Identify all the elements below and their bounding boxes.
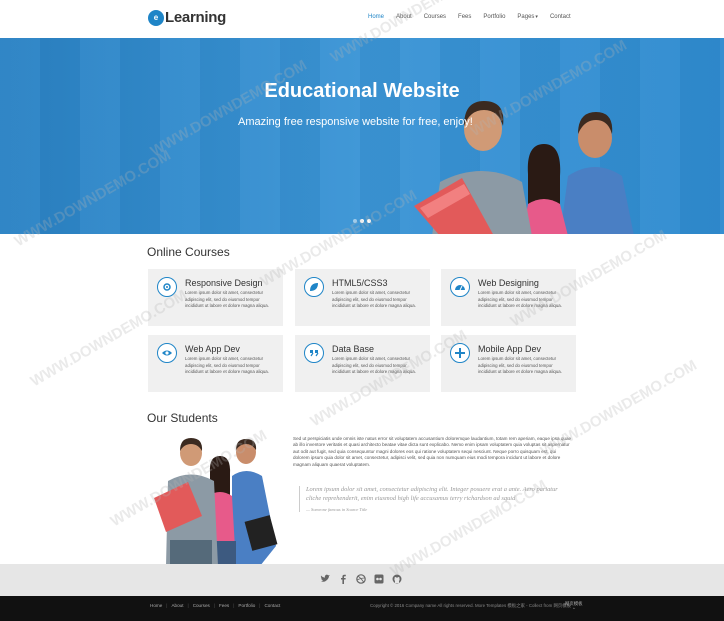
dashboard-icon <box>450 277 470 297</box>
testimonial-quote: Lorem ipsum dolor sit amet, consectetur … <box>299 486 574 513</box>
nav-about[interactable]: About <box>396 14 412 20</box>
dribbble-icon[interactable] <box>356 574 366 584</box>
nav-contact[interactable]: Contact <box>550 14 571 20</box>
footer-link-portfolio[interactable]: Portfolio <box>238 603 255 608</box>
course-card[interactable]: Responsive Design Lorem ipsum dolor sit … <box>148 269 283 326</box>
course-description: Lorem ipsum dolor sit amet, consectetur … <box>478 290 562 308</box>
course-card[interactable]: Web Designing Lorem ipsum dolor sit amet… <box>441 269 576 326</box>
gears-icon <box>157 277 177 297</box>
hero-subtitle: Amazing free responsive website for free… <box>238 116 473 128</box>
main-nav: Home About Courses Fees Portfolio Pages▾… <box>368 14 571 20</box>
plus-icon <box>450 343 470 363</box>
site-footer: Home | About | Courses | Fees | Portfolio | C… <box>0 596 724 621</box>
slider-dots <box>353 219 371 223</box>
twitter-icon[interactable] <box>320 574 330 584</box>
course-description: Lorem ipsum dolor sit amet, consectetur … <box>478 356 562 374</box>
footer-note: 网页模板 ⌃ <box>565 601 583 613</box>
course-title: Web Designing <box>478 278 539 288</box>
footer-note-text: 网页模板 <box>565 601 583 606</box>
course-title: Responsive Design <box>185 278 263 288</box>
course-description: Lorem ipsum dolor sit amet, consectetur … <box>185 290 269 308</box>
course-card[interactable]: HTML5/CSS3 Lorem ipsum dolor sit amet, c… <box>295 269 430 326</box>
footer-separator: | <box>213 603 215 608</box>
students-group-photo <box>154 438 278 566</box>
logo-text: Learning <box>165 9 226 26</box>
footer-copyright: Copyright © 2016 Company name All rights… <box>370 603 572 608</box>
chevron-down-icon: ▾ <box>535 14 538 20</box>
students-paragraph: Sed ut perspiciatis unde omnis iste natu… <box>293 436 572 467</box>
course-card[interactable]: Mobile App Dev Lorem ipsum dolor sit ame… <box>441 335 576 392</box>
course-title: Data Base <box>332 344 375 354</box>
footer-separator: | <box>187 603 189 608</box>
slider-dot-active[interactable] <box>360 219 364 223</box>
quote-text: Lorem ipsum dolor sit amet, consectetur … <box>306 486 558 502</box>
nav-home[interactable]: Home <box>368 14 384 20</box>
courses-heading: Online Courses <box>147 245 230 259</box>
slider-dot[interactable] <box>353 219 357 223</box>
social-icons <box>320 574 402 584</box>
flickr-icon[interactable] <box>374 574 384 584</box>
footer-link-contact[interactable]: Contact <box>264 603 280 608</box>
quote-source: — Someone famous in Source Title <box>306 507 368 513</box>
nav-pages[interactable]: Pages▾ <box>517 14 538 20</box>
course-description: Lorem ipsum dolor sit amet, consectetur … <box>332 356 416 374</box>
leaf-icon <box>304 277 324 297</box>
logo-mark: e <box>148 9 164 26</box>
facebook-icon[interactable] <box>338 574 348 584</box>
footer-separator: | <box>259 603 261 608</box>
up-arrow-icon[interactable]: ⌃ <box>572 607 576 612</box>
social-bar <box>0 564 724 596</box>
nav-courses[interactable]: Courses <box>424 14 446 20</box>
course-title: Mobile App Dev <box>478 344 542 354</box>
course-description: Lorem ipsum dolor sit amet, consectetur … <box>332 290 416 308</box>
footer-separator: | <box>166 603 168 608</box>
footer-separator: | <box>233 603 235 608</box>
course-card[interactable]: Data Base Lorem ipsum dolor sit amet, co… <box>295 335 430 392</box>
course-title: Web App Dev <box>185 344 240 354</box>
course-title: HTML5/CSS3 <box>332 278 388 288</box>
footer-nav: Home | About | Courses | Fees | Portfolio | C… <box>150 603 280 608</box>
github-icon[interactable] <box>392 574 402 584</box>
eye-icon <box>157 343 177 363</box>
nav-portfolio[interactable]: Portfolio <box>483 14 505 20</box>
students-heading: Our Students <box>147 411 218 425</box>
site-header: e Learning Home About Courses Fees Portf… <box>0 0 724 38</box>
slider-dot[interactable] <box>367 219 371 223</box>
quote-icon <box>304 343 324 363</box>
footer-link-home[interactable]: Home <box>150 603 162 608</box>
footer-link-fees[interactable]: Fees <box>219 603 229 608</box>
nav-fees[interactable]: Fees <box>458 14 471 20</box>
hero-title: Educational Website <box>264 80 460 102</box>
footer-link-about[interactable]: About <box>171 603 183 608</box>
course-card[interactable]: Web App Dev Lorem ipsum dolor sit amet, … <box>148 335 283 392</box>
footer-link-courses[interactable]: Courses <box>193 603 210 608</box>
page: e Learning Home About Courses Fees Portf… <box>0 0 724 621</box>
hero-slider: Educational Website Amazing free respons… <box>0 38 724 234</box>
nav-pages-label: Pages <box>517 14 535 20</box>
site-logo[interactable]: e Learning <box>148 9 226 26</box>
course-description: Lorem ipsum dolor sit amet, consectetur … <box>185 356 269 374</box>
